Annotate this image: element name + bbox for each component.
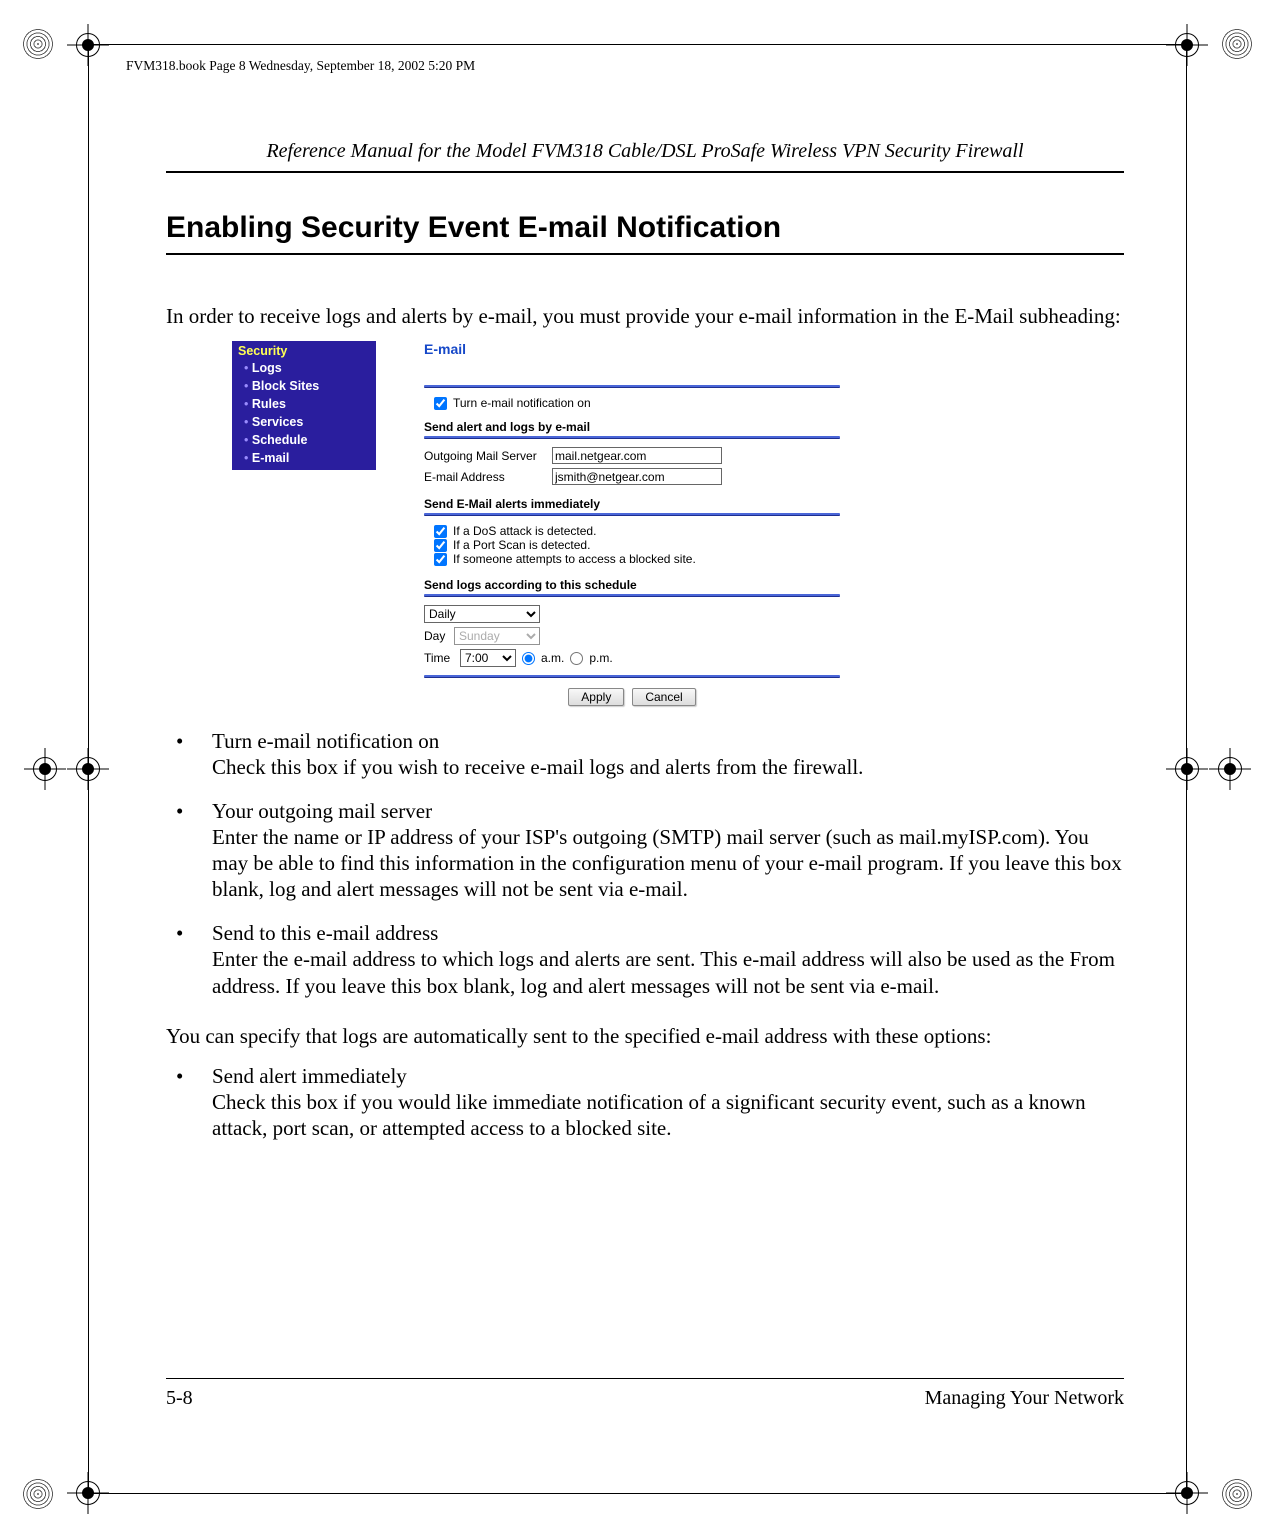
- crop-mark: [22, 28, 54, 60]
- crop-mark: [1221, 1478, 1253, 1510]
- crop-mark: [1221, 28, 1253, 60]
- sidebar: Security Logs Block Sites Rules Services…: [232, 341, 376, 470]
- frame-line: [1186, 49, 1187, 1489]
- schedule-select[interactable]: Daily: [424, 605, 540, 623]
- email-input[interactable]: [552, 468, 722, 485]
- mid-paragraph: You can specify that logs are automatica…: [166, 1023, 1124, 1049]
- bullet-list: Send alert immediatelyCheck this box if …: [166, 1063, 1124, 1159]
- divider: [424, 385, 840, 388]
- day-label: Day: [424, 629, 454, 643]
- alert-blocked-checkbox[interactable]: [434, 553, 447, 566]
- figure: Security Logs Block Sites Rules Services…: [232, 341, 1124, 706]
- email-label: E-mail Address: [424, 470, 552, 484]
- divider: [424, 513, 840, 516]
- alert-dos-label: If a DoS attack is detected.: [453, 524, 596, 538]
- frame-line: [88, 49, 89, 1489]
- register-mark: [30, 754, 60, 784]
- am-radio[interactable]: [522, 652, 535, 665]
- am-label: a.m.: [541, 651, 564, 665]
- page-number: 5-8: [166, 1387, 193, 1410]
- day-select: Sunday: [454, 627, 540, 645]
- alert-blocked-label: If someone attempts to access a blocked …: [453, 552, 696, 566]
- pm-label: p.m.: [589, 651, 612, 665]
- sidebar-item-block-sites[interactable]: Block Sites: [232, 378, 376, 396]
- bullet-body: Check this box if you would like immedia…: [212, 1089, 1124, 1141]
- running-head: Reference Manual for the Model FVM318 Ca…: [166, 140, 1124, 173]
- cancel-button[interactable]: Cancel: [632, 688, 695, 706]
- intro-paragraph: In order to receive logs and alerts by e…: [166, 303, 1124, 329]
- time-select[interactable]: 7:00: [460, 649, 516, 667]
- turn-on-checkbox[interactable]: [434, 397, 447, 410]
- bullet-body: Enter the name or IP address of your ISP…: [212, 824, 1124, 902]
- divider: [424, 675, 840, 678]
- outgoing-label: Outgoing Mail Server: [424, 449, 552, 463]
- alert-portscan-checkbox[interactable]: [434, 539, 447, 552]
- alert-portscan-label: If a Port Scan is detected.: [453, 538, 590, 552]
- bullet-lead: Send alert immediately: [212, 1063, 1124, 1089]
- sidebar-item-logs[interactable]: Logs: [232, 360, 376, 378]
- frame-line: [93, 44, 1182, 45]
- frame-line: [93, 1493, 1182, 1494]
- sidebar-heading: Security: [232, 343, 376, 360]
- email-form: E-mail Turn e-mail notification on Send …: [424, 341, 840, 706]
- sidebar-item-schedule[interactable]: Schedule: [232, 432, 376, 450]
- list-item: Send alert immediatelyCheck this box if …: [166, 1063, 1124, 1159]
- outgoing-input[interactable]: [552, 447, 722, 464]
- apply-button[interactable]: Apply: [568, 688, 624, 706]
- register-mark: [1172, 30, 1202, 60]
- crop-mark: [22, 1478, 54, 1510]
- group-schedule: Send logs according to this schedule: [424, 578, 840, 592]
- pm-radio[interactable]: [570, 652, 583, 665]
- bullet-body: Check this box if you wish to receive e-…: [212, 754, 1124, 780]
- bullet-lead: Turn e-mail notification on: [212, 728, 1124, 754]
- header-slug: FVM318.book Page 8 Wednesday, September …: [126, 58, 475, 74]
- sidebar-item-rules[interactable]: Rules: [232, 396, 376, 414]
- bullet-lead: Your outgoing mail server: [212, 798, 1124, 824]
- sidebar-item-email[interactable]: E-mail: [232, 450, 376, 468]
- list-item: Your outgoing mail serverEnter the name …: [166, 798, 1124, 920]
- time-label: Time: [424, 651, 454, 665]
- section-title: Enabling Security Event E-mail Notificat…: [166, 211, 1124, 255]
- divider: [424, 436, 840, 439]
- bullet-body: Enter the e-mail address to which logs a…: [212, 946, 1124, 998]
- group-send-alert-logs: Send alert and logs by e-mail: [424, 420, 840, 434]
- sidebar-item-services[interactable]: Services: [232, 414, 376, 432]
- divider: [424, 594, 840, 597]
- page-footer: 5-8 Managing Your Network: [166, 1378, 1124, 1410]
- register-mark: [1172, 754, 1202, 784]
- list-item: Turn e-mail notification onCheck this bo…: [166, 728, 1124, 798]
- panel-title: E-mail: [424, 341, 840, 357]
- turn-on-label: Turn e-mail notification on: [453, 396, 591, 410]
- bullet-lead: Send to this e-mail address: [212, 920, 1124, 946]
- register-mark: [1215, 754, 1245, 784]
- list-item: Send to this e-mail addressEnter the e-m…: [166, 920, 1124, 1016]
- group-send-alerts-immediately: Send E-Mail alerts immediately: [424, 497, 840, 511]
- alert-dos-checkbox[interactable]: [434, 525, 447, 538]
- footer-chapter: Managing Your Network: [925, 1387, 1124, 1410]
- bullet-list: Turn e-mail notification onCheck this bo…: [166, 728, 1124, 1016]
